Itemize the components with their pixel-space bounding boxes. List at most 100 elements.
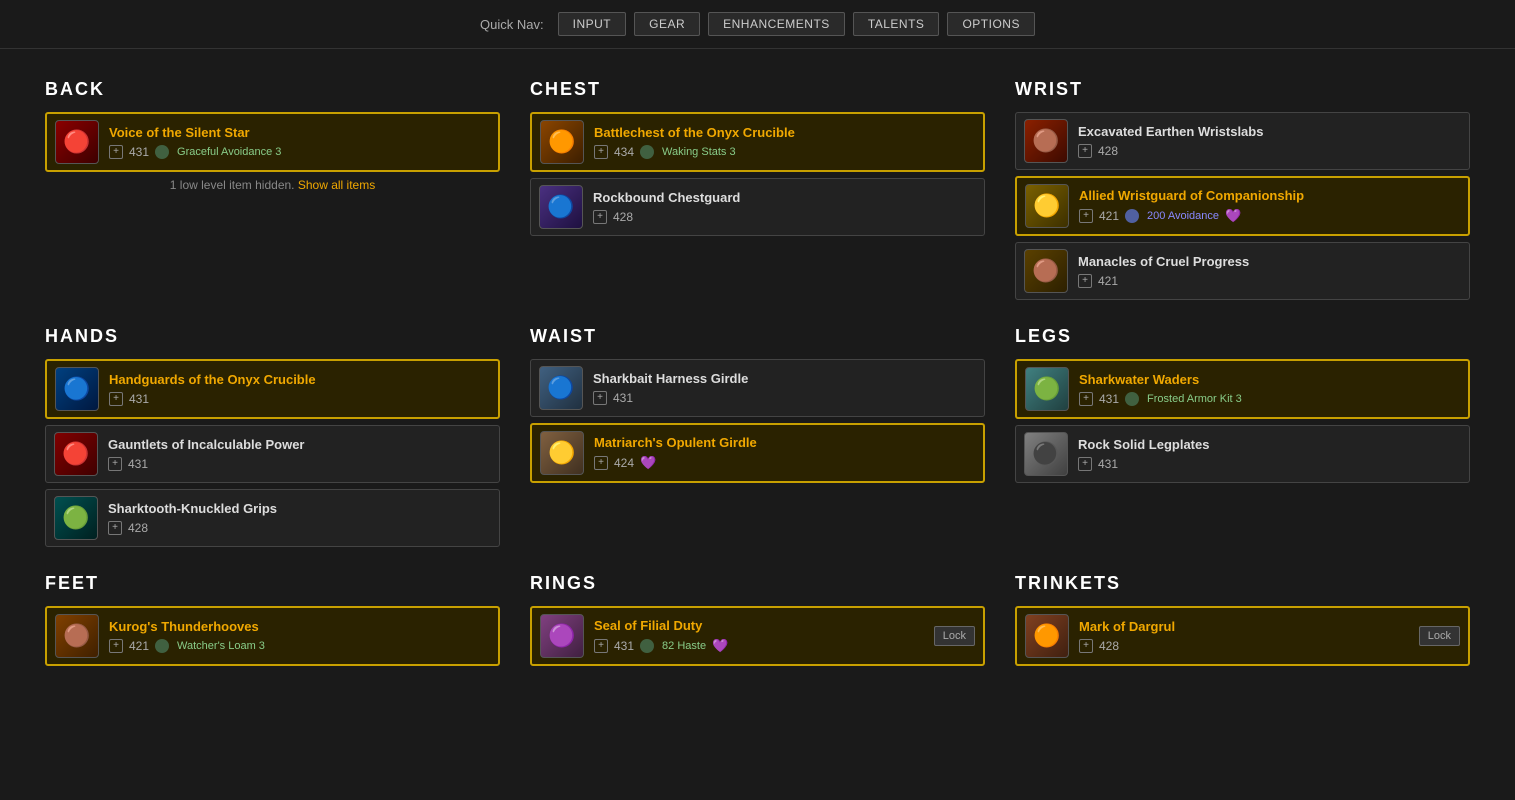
feet-item-0-plus[interactable]: +	[109, 639, 123, 653]
feet-title: FEET	[45, 573, 500, 594]
waist-item-0-plus[interactable]: +	[593, 391, 607, 405]
rings-item-0-lock[interactable]: Lock	[934, 626, 975, 646]
trinkets-section: TRINKETS 🟠 Mark of Dargrul + 428 Lock	[1000, 563, 1485, 682]
chest-item-0-icon: 🟠	[540, 120, 584, 164]
legs-item-0-plus[interactable]: +	[1079, 392, 1093, 406]
hands-item-0[interactable]: 🔵 Handguards of the Onyx Crucible + 431	[45, 359, 500, 419]
feet-item-0-enchant: Watcher's Loam 3	[177, 640, 265, 652]
waist-item-1-plus[interactable]: +	[594, 456, 608, 470]
legs-item-0-info: Sharkwater Waders + 431 Frosted Armor Ki…	[1079, 372, 1460, 406]
waist-item-1-meta: + 424 💜	[594, 455, 975, 471]
nav-enhancements-btn[interactable]: ENHANCEMENTS	[708, 12, 845, 36]
chest-item-1[interactable]: 🔵 Rockbound Chestguard + 428	[530, 178, 985, 236]
chest-item-1-meta: + 428	[593, 210, 976, 224]
hands-item-0-ilvl: 431	[129, 392, 149, 406]
wrist-item-1[interactable]: 🟡 Allied Wristguard of Companionship + 4…	[1015, 176, 1470, 236]
legs-item-1-info: Rock Solid Legplates + 431	[1078, 437, 1461, 471]
hands-item-0-info: Handguards of the Onyx Crucible + 431	[109, 372, 490, 406]
waist-item-1-info: Matriarch's Opulent Girdle + 424 💜	[594, 435, 975, 471]
wrist-item-0-name: Excavated Earthen Wristslabs	[1078, 124, 1461, 141]
back-item-0-plus[interactable]: +	[109, 145, 123, 159]
hands-item-1[interactable]: 🔴 Gauntlets of Incalculable Power + 431	[45, 425, 500, 483]
back-hidden-text: 1 low level item hidden. Show all items	[45, 178, 500, 192]
nav-options-btn[interactable]: OPTIONS	[947, 12, 1035, 36]
chest-item-0-enchant: Waking Stats 3	[662, 146, 736, 158]
waist-item-0[interactable]: 🔵 Sharkbait Harness Girdle + 431	[530, 359, 985, 417]
legs-item-0-meta: + 431 Frosted Armor Kit 3	[1079, 392, 1460, 406]
wrist-item-1-meta: + 421 200 Avoidance 💜	[1079, 208, 1460, 224]
wrist-item-1-gem: 💜	[1225, 208, 1241, 224]
wrist-item-2[interactable]: 🟤 Manacles of Cruel Progress + 421	[1015, 242, 1470, 300]
chest-item-0-plus[interactable]: +	[594, 145, 608, 159]
hands-item-0-plus[interactable]: +	[109, 392, 123, 406]
chest-item-0-info: Battlechest of the Onyx Crucible + 434 W…	[594, 125, 975, 159]
trinkets-item-0-name: Mark of Dargrul	[1079, 619, 1409, 636]
nav-talents-btn[interactable]: TALENTS	[853, 12, 940, 36]
feet-item-0-name: Kurog's Thunderhooves	[109, 619, 490, 636]
legs-item-1-plus[interactable]: +	[1078, 457, 1092, 471]
wrist-item-1-ilvl: 421	[1099, 209, 1119, 223]
wrist-item-1-plus[interactable]: +	[1079, 209, 1093, 223]
waist-item-1-gem: 💜	[640, 455, 656, 471]
hands-item-1-name: Gauntlets of Incalculable Power	[108, 437, 491, 454]
legs-item-1-meta: + 431	[1078, 457, 1461, 471]
wrist-item-0[interactable]: 🟤 Excavated Earthen Wristslabs + 428	[1015, 112, 1470, 170]
back-show-all[interactable]: Show all items	[298, 178, 375, 192]
feet-item-0-ilvl: 421	[129, 639, 149, 653]
chest-item-1-name: Rockbound Chestguard	[593, 190, 976, 207]
wrist-item-2-name: Manacles of Cruel Progress	[1078, 254, 1461, 271]
nav-gear-btn[interactable]: GEAR	[634, 12, 700, 36]
legs-item-1-ilvl: 431	[1098, 457, 1118, 471]
rings-item-0-plus[interactable]: +	[594, 639, 608, 653]
rings-item-0[interactable]: 🟣 Seal of Filial Duty + 431 82 Haste 💜 L…	[530, 606, 985, 666]
back-title: BACK	[45, 79, 500, 100]
waist-item-0-meta: + 431	[593, 391, 976, 405]
feet-section: FEET 🟤 Kurog's Thunderhooves + 421 Watch…	[30, 563, 515, 682]
wrist-item-2-ilvl: 421	[1098, 274, 1118, 288]
back-item-0-name: Voice of the Silent Star	[109, 125, 490, 142]
rings-item-0-info: Seal of Filial Duty + 431 82 Haste 💜	[594, 618, 924, 654]
rings-item-0-gem: 💜	[712, 638, 728, 654]
feet-item-0-enchant-icon	[155, 639, 169, 653]
trinkets-item-0-lock[interactable]: Lock	[1419, 626, 1460, 646]
legs-item-1-icon: ⚫	[1024, 432, 1068, 476]
feet-item-0[interactable]: 🟤 Kurog's Thunderhooves + 421 Watcher's …	[45, 606, 500, 666]
hands-item-2[interactable]: 🟢 Sharktooth-Knuckled Grips + 428	[45, 489, 500, 547]
wrist-item-2-plus[interactable]: +	[1078, 274, 1092, 288]
wrist-item-0-ilvl: 428	[1098, 144, 1118, 158]
back-item-0[interactable]: 🔴 Voice of the Silent Star + 431 Gracefu…	[45, 112, 500, 172]
waist-item-0-name: Sharkbait Harness Girdle	[593, 371, 976, 388]
hands-item-0-icon: 🔵	[55, 367, 99, 411]
hands-item-1-plus[interactable]: +	[108, 457, 122, 471]
chest-item-0-name: Battlechest of the Onyx Crucible	[594, 125, 975, 142]
chest-item-0[interactable]: 🟠 Battlechest of the Onyx Crucible + 434…	[530, 112, 985, 172]
hands-item-2-plus[interactable]: +	[108, 521, 122, 535]
chest-item-0-ilvl: 434	[614, 145, 634, 159]
hands-item-2-meta: + 428	[108, 521, 491, 535]
wrist-item-0-icon: 🟤	[1024, 119, 1068, 163]
rings-item-0-icon: 🟣	[540, 614, 584, 658]
chest-item-1-plus[interactable]: +	[593, 210, 607, 224]
legs-item-1[interactable]: ⚫ Rock Solid Legplates + 431	[1015, 425, 1470, 483]
wrist-item-0-plus[interactable]: +	[1078, 144, 1092, 158]
wrist-item-2-icon: 🟤	[1024, 249, 1068, 293]
hands-item-1-meta: + 431	[108, 457, 491, 471]
nav-input-btn[interactable]: INPUT	[558, 12, 627, 36]
hands-item-2-name: Sharktooth-Knuckled Grips	[108, 501, 491, 518]
legs-section: LEGS 🟢 Sharkwater Waders + 431 Frosted A…	[1000, 316, 1485, 563]
waist-item-1-name: Matriarch's Opulent Girdle	[594, 435, 975, 452]
wrist-item-0-info: Excavated Earthen Wristslabs + 428	[1078, 124, 1461, 158]
trinkets-item-0-plus[interactable]: +	[1079, 639, 1093, 653]
waist-item-1[interactable]: 🟡 Matriarch's Opulent Girdle + 424 💜	[530, 423, 985, 483]
trinkets-item-0-info: Mark of Dargrul + 428	[1079, 619, 1409, 653]
waist-item-0-ilvl: 431	[613, 391, 633, 405]
wrist-item-2-info: Manacles of Cruel Progress + 421	[1078, 254, 1461, 288]
waist-section: WAIST 🔵 Sharkbait Harness Girdle + 431 🟡…	[515, 316, 1000, 563]
legs-item-0-enchant: Frosted Armor Kit 3	[1147, 393, 1242, 405]
hands-item-0-meta: + 431	[109, 392, 490, 406]
trinkets-item-0[interactable]: 🟠 Mark of Dargrul + 428 Lock	[1015, 606, 1470, 666]
legs-item-0[interactable]: 🟢 Sharkwater Waders + 431 Frosted Armor …	[1015, 359, 1470, 419]
chest-section: CHEST 🟠 Battlechest of the Onyx Crucible…	[515, 69, 1000, 316]
back-item-0-enchant-icon	[155, 145, 169, 159]
waist-item-1-icon: 🟡	[540, 431, 584, 475]
